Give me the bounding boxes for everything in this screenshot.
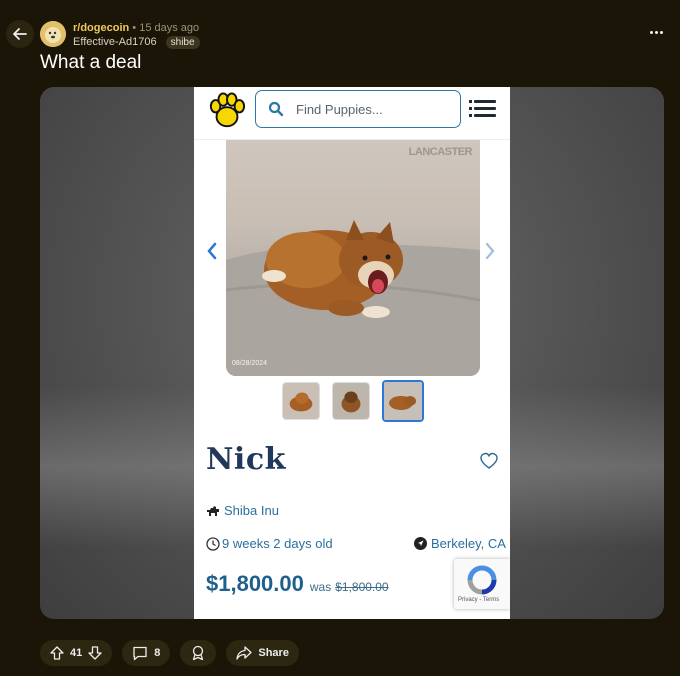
location-row[interactable]: Berkeley, CA bbox=[414, 536, 506, 551]
thumbnail-strip bbox=[282, 380, 424, 422]
thumbnail[interactable] bbox=[282, 382, 320, 420]
vote-pill: 41 bbox=[40, 640, 113, 666]
hamburger-menu-icon[interactable] bbox=[469, 100, 496, 118]
chevron-left-icon[interactable] bbox=[206, 242, 218, 260]
puppy-photo: LANCASTER 08/28/2024 bbox=[226, 140, 480, 376]
subreddit-name[interactable]: r/dogecoin bbox=[73, 22, 129, 34]
thumbnail[interactable] bbox=[332, 382, 370, 420]
post-meta: r/dogecoin • 15 days ago Effective-Ad170… bbox=[73, 21, 200, 49]
heart-icon[interactable] bbox=[480, 452, 498, 470]
comments-button[interactable]: 8 bbox=[122, 640, 171, 666]
downvote-icon[interactable] bbox=[88, 646, 102, 660]
puppy-age: 9 weeks 2 days old bbox=[222, 536, 333, 551]
chevron-right-icon[interactable] bbox=[484, 242, 496, 260]
search-icon bbox=[268, 101, 284, 117]
menu-line bbox=[469, 107, 496, 110]
upvote-icon[interactable] bbox=[50, 646, 64, 660]
age-row: 9 weeks 2 days old bbox=[206, 536, 333, 551]
dot-icon bbox=[649, 30, 653, 34]
listing-screenshot: LANCASTER 08/28/2024 bbox=[194, 87, 510, 619]
action-bar: 41 8 Share bbox=[40, 640, 299, 666]
post-image[interactable]: LANCASTER 08/28/2024 bbox=[40, 87, 664, 619]
puppy-thumbnail-image bbox=[333, 383, 369, 419]
was-label: was bbox=[309, 580, 332, 594]
search-input[interactable] bbox=[294, 100, 448, 118]
dot-icon bbox=[654, 30, 658, 34]
comment-count: 8 bbox=[154, 647, 161, 659]
share-label: Share bbox=[258, 647, 289, 659]
location-arrow-icon bbox=[414, 537, 427, 550]
breeder-watermark: LANCASTER bbox=[408, 146, 473, 158]
paw-logo-icon bbox=[209, 92, 246, 128]
shiba-puppy-image bbox=[226, 220, 480, 376]
doge-coin-icon bbox=[40, 21, 66, 47]
more-options-button[interactable] bbox=[646, 22, 666, 42]
recaptcha-links[interactable]: Privacy - Terms bbox=[458, 597, 499, 603]
clock-icon bbox=[206, 536, 220, 551]
recaptcha-icon bbox=[467, 565, 497, 595]
dog-icon bbox=[207, 505, 219, 516]
award-button[interactable] bbox=[180, 640, 217, 666]
comment-icon bbox=[133, 646, 147, 660]
menu-line bbox=[469, 100, 496, 103]
puppy-location[interactable]: Berkeley, CA bbox=[431, 536, 506, 551]
old-price: $1,800.00 bbox=[335, 580, 389, 594]
current-price: $1,800.00 bbox=[206, 571, 304, 596]
puppy-thumbnail-image bbox=[384, 382, 422, 420]
recaptcha-badge[interactable]: Privacy - Terms bbox=[454, 559, 510, 609]
share-icon bbox=[236, 646, 253, 660]
user-flair: shibe bbox=[165, 36, 200, 49]
post-header: r/dogecoin • 15 days ago Effective-Ad170… bbox=[0, 0, 680, 56]
thumbnail-selected[interactable] bbox=[382, 380, 424, 422]
subreddit-avatar[interactable] bbox=[40, 21, 66, 47]
post-title: What a deal bbox=[40, 52, 142, 73]
photo-date: 08/28/2024 bbox=[232, 360, 268, 367]
price-row: $1,800.00 was $1,800.00 bbox=[206, 571, 389, 597]
breed-link[interactable]: Shiba Inu bbox=[224, 503, 279, 518]
search-box[interactable] bbox=[255, 90, 461, 128]
author-name[interactable]: Effective-Ad1706 bbox=[73, 36, 157, 48]
puppy-name: Nick bbox=[206, 442, 286, 477]
post-age: 15 days ago bbox=[139, 22, 200, 34]
vote-count: 41 bbox=[70, 647, 83, 659]
share-button[interactable]: Share bbox=[226, 640, 299, 666]
dot-icon bbox=[659, 30, 663, 34]
arrow-left-icon bbox=[13, 28, 27, 40]
award-icon bbox=[193, 645, 204, 661]
site-header bbox=[194, 87, 510, 140]
breed-row[interactable]: Shiba Inu bbox=[206, 503, 279, 518]
puppy-thumbnail-image bbox=[283, 383, 319, 419]
menu-line bbox=[469, 114, 496, 117]
back-button[interactable] bbox=[6, 20, 34, 48]
